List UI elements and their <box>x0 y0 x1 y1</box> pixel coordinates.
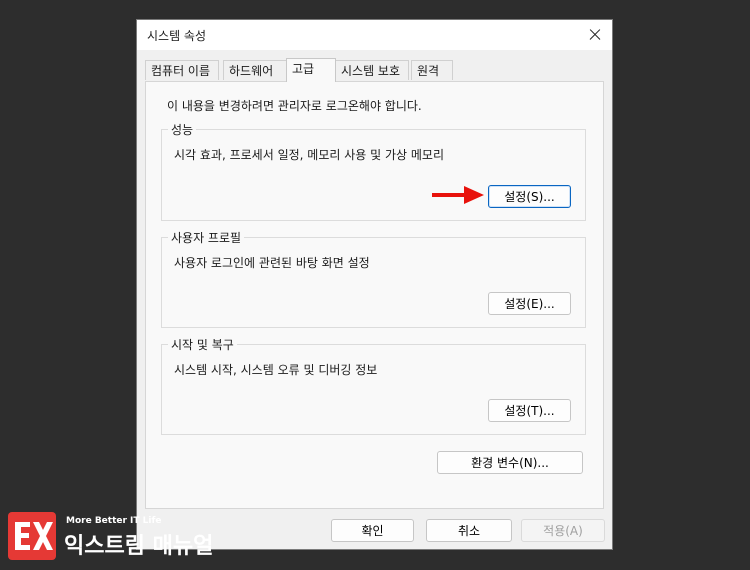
startup-recovery-group: 시작 및 복구 시스템 시작, 시스템 오류 및 디버깅 정보 설정(T)... <box>161 336 586 435</box>
user-profiles-group: 사용자 프로필 사용자 로그인에 관련된 바탕 화면 설정 설정(E)... <box>161 229 586 328</box>
startup-recovery-group-label: 시작 및 복구 <box>168 336 237 353</box>
user-profiles-description: 사용자 로그인에 관련된 바탕 화면 설정 <box>174 256 370 270</box>
watermark: More Better IT Life 익스트림 매뉴얼 <box>8 512 213 562</box>
tab-remote[interactable]: 원격 <box>411 60 453 80</box>
title-bar: 시스템 속성 <box>137 20 612 50</box>
arrow-right-icon <box>432 186 484 204</box>
close-icon[interactable] <box>582 22 608 48</box>
user-profiles-group-label: 사용자 프로필 <box>168 229 245 246</box>
window-title: 시스템 속성 <box>147 29 207 43</box>
ok-button[interactable]: 확인 <box>331 519 414 542</box>
startup-recovery-settings-button[interactable]: 설정(T)... <box>488 399 571 422</box>
performance-description: 시각 효과, 프로세서 일정, 메모리 사용 및 가상 메모리 <box>174 148 444 162</box>
environment-variables-button[interactable]: 환경 변수(N)... <box>437 451 583 474</box>
user-profiles-settings-button[interactable]: 설정(E)... <box>488 292 571 315</box>
startup-recovery-description: 시스템 시작, 시스템 오류 및 디버깅 정보 <box>174 363 378 377</box>
cancel-button[interactable]: 취소 <box>426 519 512 542</box>
tab-system-protection[interactable]: 시스템 보호 <box>335 60 409 80</box>
admin-note: 이 내용을 변경하려면 관리자로 로그온해야 합니다. <box>167 99 422 113</box>
performance-group: 성능 시각 효과, 프로세서 일정, 메모리 사용 및 가상 메모리 설정(S)… <box>161 121 586 221</box>
tab-computer-name[interactable]: 컴퓨터 이름 <box>145 60 219 80</box>
advanced-tab-panel: 이 내용을 변경하려면 관리자로 로그온해야 합니다. 성능 시각 효과, 프로… <box>145 81 604 509</box>
ex-logo-icon <box>8 512 56 560</box>
tab-hardware[interactable]: 하드웨어 <box>223 60 287 80</box>
performance-settings-button[interactable]: 설정(S)... <box>488 185 571 208</box>
watermark-brand-name: 익스트림 매뉴얼 <box>64 534 214 559</box>
tab-advanced[interactable]: 고급 <box>286 58 336 82</box>
performance-group-label: 성능 <box>168 121 197 138</box>
apply-button[interactable]: 적용(A) <box>521 519 605 542</box>
watermark-tagline: More Better IT Life <box>66 516 162 526</box>
system-properties-window: 시스템 속성 컴퓨터 이름 하드웨어 고급 시스템 보호 원격 이 내용을 변경… <box>136 19 613 550</box>
